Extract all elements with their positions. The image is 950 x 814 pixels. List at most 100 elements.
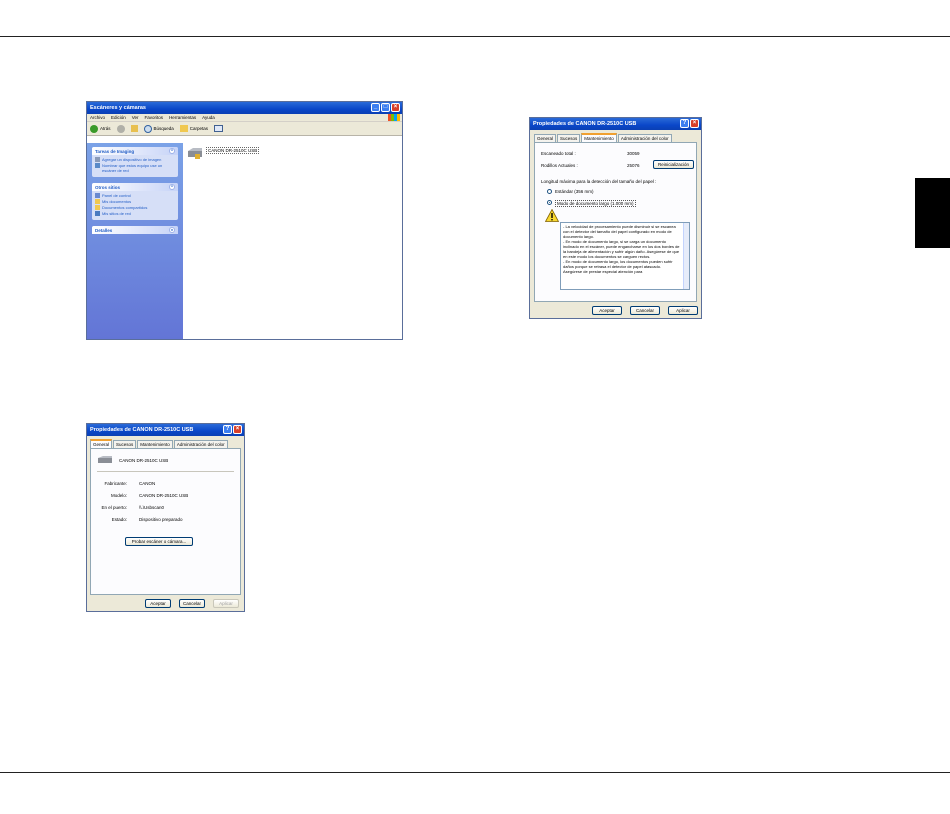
ok-button[interactable]: Aceptar — [145, 599, 171, 608]
rollers-label: Rodillos Actuales : — [541, 163, 578, 168]
network-icon — [95, 211, 100, 216]
other-places-header[interactable]: Otros sitios ^ — [92, 183, 178, 191]
scanner-device-label: CANON DR-2510C USB — [206, 147, 260, 154]
search-label: Búsqueda — [153, 126, 174, 131]
maximize-button[interactable]: □ — [381, 103, 390, 112]
tab-color-management[interactable]: Administración del color — [173, 440, 228, 448]
imaging-tasks-header[interactable]: Tareas de Imaging ^ — [92, 147, 178, 155]
status-value: Dispositivo preparado — [139, 517, 183, 522]
reset-button[interactable]: Reinicialización — [653, 160, 694, 169]
other-places-panel: Otros sitios ^ Panel de control Mis docu… — [92, 183, 178, 220]
back-button[interactable]: Atrás — [90, 124, 111, 133]
dialog-body: General Sucesos Mantenimiento Administra… — [530, 130, 701, 318]
scanner-device-item[interactable]: CANON DR-2510C USB — [187, 147, 260, 159]
explorer-window: Escáneres y cámaras _ □ × Archivo Edició… — [86, 101, 403, 340]
up-folder-icon[interactable] — [130, 125, 138, 132]
place-shared-documents-label: Documentos compartidos — [102, 205, 148, 210]
warning-textbox[interactable]: - La velocidad de procesamiento puede di… — [560, 222, 690, 290]
windows-logo-icon — [388, 114, 400, 121]
rollers-value: 25076 — [627, 163, 640, 168]
menu-herramientas[interactable]: Herramientas — [169, 115, 196, 120]
menu-edicion[interactable]: Edición — [111, 115, 126, 120]
long-document-option-label: Modo de documento largo (1.000 mm) — [555, 200, 636, 207]
place-my-documents-label: Mis documentos — [102, 199, 132, 204]
standard-radio[interactable] — [547, 189, 552, 194]
control-panel-icon — [95, 193, 100, 198]
menu-favoritos[interactable]: Favoritos — [145, 115, 164, 120]
shared-folder-icon — [95, 205, 100, 210]
warning-icon — [545, 209, 559, 222]
task-add-device[interactable]: Agregar un dispositivo de imagen — [95, 157, 175, 162]
total-scanned-label: Escaneado total : — [541, 151, 576, 156]
total-scanned-value: 30059 — [627, 151, 640, 156]
network-scanner-icon — [95, 163, 100, 168]
manufacturer-label: Fabricante: — [104, 481, 127, 486]
expand-chevron-icon[interactable]: v — [169, 227, 175, 233]
warning-scrollbar[interactable] — [683, 223, 689, 289]
manufacturer-value: CANON — [139, 481, 156, 486]
tab-maintenance[interactable]: Mantenimiento — [581, 133, 617, 142]
other-places-title: Otros sitios — [95, 184, 121, 190]
explorer-titlebar: Escáneres y cámaras _ □ × — [87, 102, 402, 114]
status-label: Estado: — [111, 517, 127, 522]
tab-general[interactable]: General — [534, 134, 557, 142]
scanner-icon — [188, 148, 202, 159]
apply-button[interactable]: Aplicar — [668, 306, 698, 315]
tab-general[interactable]: General — [90, 439, 113, 448]
folders-label: Carpetas — [189, 126, 209, 131]
details-title: Detalles — [95, 227, 113, 233]
search-button[interactable]: Búsqueda — [143, 124, 174, 133]
close-button[interactable]: × — [391, 103, 400, 112]
dialog-title: Propiedades de CANON DR-2510C USB — [90, 427, 194, 433]
model-label: Modelo: — [110, 493, 127, 498]
standard-option-label: Estándar (356 mm) — [555, 189, 594, 194]
general-page: CANON DR-2510C USB Fabricante: CANON Mod… — [90, 448, 241, 595]
test-scanner-button[interactable]: Probar escáner o cámara... — [125, 537, 193, 546]
device-list-area: CANON DR-2510C USB — [183, 143, 402, 339]
task-network-scanner[interactable]: Nombrar que estos equipo use un escáner … — [95, 163, 175, 173]
forward-arrow-icon[interactable] — [116, 124, 125, 133]
place-network-label: Mis sitios de red — [102, 211, 131, 216]
details-header[interactable]: Detalles v — [92, 226, 178, 234]
tab-events[interactable]: Sucesos — [557, 134, 581, 142]
tab-strip: General Sucesos Mantenimiento Administra… — [534, 133, 673, 142]
search-icon — [143, 124, 152, 133]
maintenance-dialog: Propiedades de CANON DR-2510C USB ? × Ge… — [529, 117, 702, 319]
menu-archivo[interactable]: Archivo — [90, 115, 105, 120]
maintenance-titlebar: Propiedades de CANON DR-2510C USB ? × — [530, 118, 701, 130]
bottom-rule — [0, 772, 950, 773]
general-titlebar: Propiedades de CANON DR-2510C USB ? × — [87, 424, 244, 436]
cancel-button[interactable]: Cancelar — [179, 599, 205, 608]
tab-events[interactable]: Sucesos — [113, 440, 137, 448]
menu-ver[interactable]: Ver — [132, 115, 139, 120]
minimize-button[interactable]: _ — [371, 103, 380, 112]
dialog-body: General Sucesos Mantenimiento Administra… — [87, 436, 244, 611]
folders-button[interactable]: Carpetas — [179, 125, 209, 132]
apply-button[interactable]: Aplicar — [213, 599, 239, 608]
views-icon[interactable] — [214, 125, 224, 132]
help-button[interactable]: ? — [223, 425, 232, 434]
tab-color-management[interactable]: Administración del color — [617, 134, 672, 142]
device-name: CANON DR-2510C USB — [119, 458, 169, 463]
documents-folder-icon — [95, 199, 100, 204]
task-network-scanner-label: Nombrar que estos equipo use un escáner … — [102, 163, 163, 173]
place-network[interactable]: Mis sitios de red — [95, 211, 175, 216]
collapse-chevron-icon[interactable]: ^ — [169, 184, 175, 190]
close-button[interactable]: × — [690, 119, 699, 128]
collapse-chevron-icon[interactable]: ^ — [169, 148, 175, 154]
dialog-title: Propiedades de CANON DR-2510C USB — [533, 121, 637, 127]
paper-length-label: Longitud máxima para la detección del ta… — [541, 179, 657, 184]
ok-button[interactable]: Aceptar — [592, 306, 622, 315]
help-button[interactable]: ? — [680, 119, 689, 128]
chapter-tab — [915, 178, 950, 248]
imaging-tasks-panel: Tareas de Imaging ^ Agregar un dispositi… — [92, 147, 178, 177]
cancel-button[interactable]: Cancelar — [630, 306, 660, 315]
place-control-panel[interactable]: Panel de control — [95, 193, 175, 198]
place-my-documents[interactable]: Mis documentos — [95, 199, 175, 204]
close-button[interactable]: × — [233, 425, 242, 434]
menu-ayuda[interactable]: Ayuda — [202, 115, 215, 120]
place-shared-documents[interactable]: Documentos compartidos — [95, 205, 175, 210]
place-control-panel-label: Panel de control — [102, 193, 131, 198]
long-document-radio[interactable] — [547, 200, 552, 205]
tab-maintenance[interactable]: Mantenimiento — [137, 440, 173, 448]
